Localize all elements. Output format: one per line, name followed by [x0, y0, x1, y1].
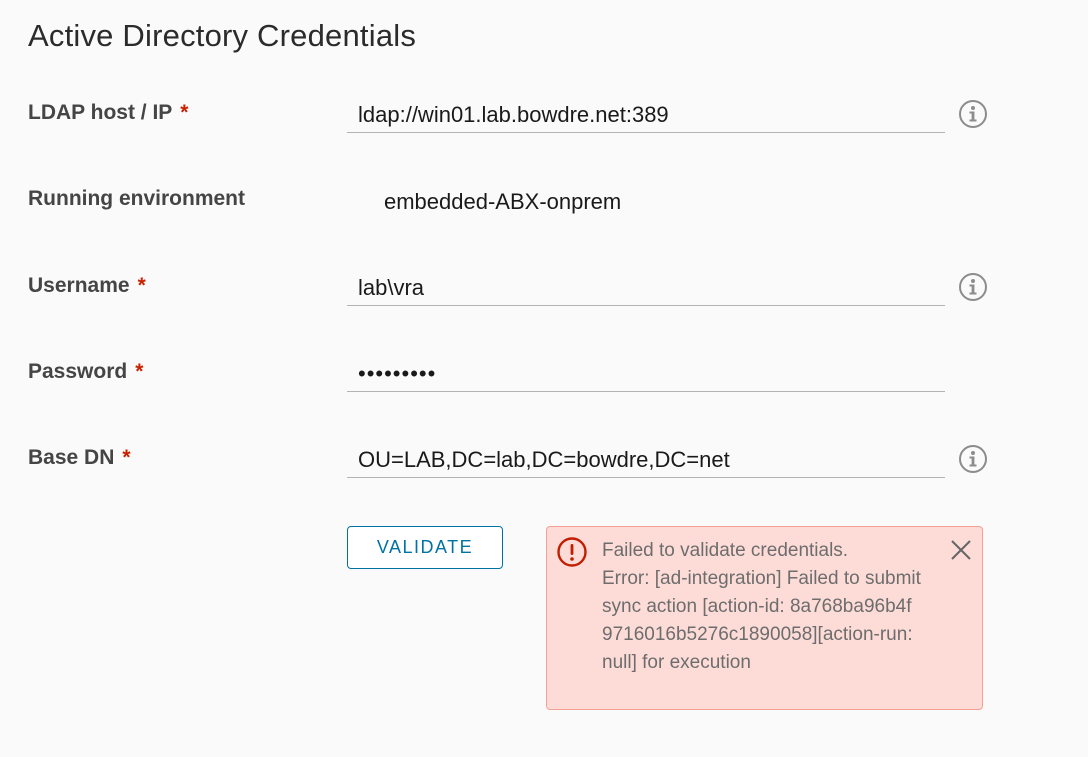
error-alert: Failed to validate credentials. Error: […: [546, 526, 983, 710]
info-icon[interactable]: [958, 272, 988, 302]
running-environment-row: Running environment embedded-ABX-onprem: [0, 176, 1088, 236]
running-environment-value: embedded-ABX-onprem: [384, 189, 622, 214]
ldap-host-label: LDAP host / IP *: [28, 101, 188, 125]
password-row: Password *: [0, 349, 1088, 409]
password-input[interactable]: [347, 356, 945, 392]
base-dn-input[interactable]: [347, 442, 945, 478]
page-title: Active Directory Credentials: [28, 18, 417, 53]
base-dn-label: Base DN *: [28, 446, 131, 470]
username-label-text: Username: [28, 274, 130, 297]
ldap-host-row: LDAP host / IP *: [0, 90, 1088, 150]
required-marker: *: [122, 446, 131, 469]
info-icon[interactable]: [958, 99, 988, 129]
ldap-host-input[interactable]: [347, 97, 945, 133]
base-dn-label-text: Base DN: [28, 446, 115, 469]
password-label: Password *: [28, 360, 143, 384]
username-label: Username *: [28, 274, 146, 298]
validate-button[interactable]: VALIDATE: [347, 526, 503, 569]
running-environment-label: Running environment: [28, 187, 245, 210]
password-label-text: Password: [28, 360, 128, 383]
username-row: Username *: [0, 263, 1088, 323]
required-marker: *: [137, 274, 146, 297]
alert-message: Failed to validate credentials. Error: […: [602, 540, 921, 673]
info-icon[interactable]: [958, 444, 988, 474]
ldap-host-label-text: LDAP host / IP: [28, 101, 173, 124]
username-input[interactable]: [347, 270, 945, 306]
required-marker: *: [180, 101, 189, 124]
base-dn-row: Base DN *: [0, 435, 1088, 495]
error-circle-icon: [557, 537, 587, 567]
close-icon[interactable]: [949, 538, 973, 562]
required-marker: *: [135, 360, 144, 383]
